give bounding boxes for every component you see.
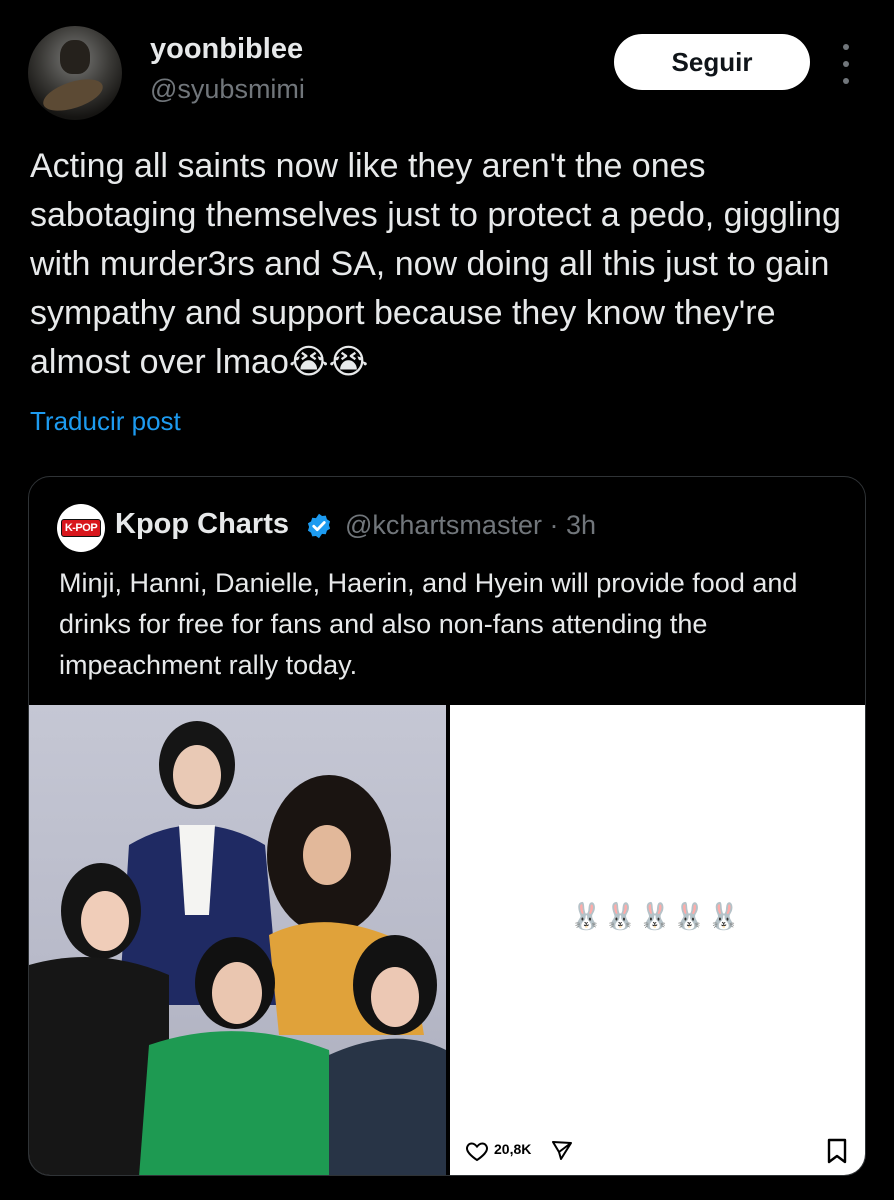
translate-post-link[interactable]: Traducir post — [30, 406, 181, 437]
post-text: Acting all saints now like they aren't t… — [30, 147, 851, 381]
heart-icon[interactable] — [464, 1139, 490, 1163]
bookmark-icon[interactable] — [826, 1138, 848, 1164]
post-header: yoonbiblee @syubsmimi Seguir — [0, 0, 894, 130]
like-count: 20,8K — [494, 1141, 532, 1157]
quoted-text: Minji, Hanni, Danielle, Haerin, and Hyei… — [59, 568, 798, 680]
bunny-emojis: 🐰🐰🐰🐰🐰 — [570, 901, 742, 931]
tiktok-screenshot[interactable]: 🐰🐰🐰🐰🐰 20,8K — [450, 705, 865, 1175]
quoted-author-avatar[interactable]: K-POP — [57, 504, 105, 552]
author-display-name[interactable]: yoonbiblee — [150, 33, 303, 66]
author-avatar[interactable] — [28, 26, 122, 120]
quoted-post[interactable]: K-POP Kpop Charts @kchartsmaster · 3h Mi… — [28, 476, 866, 1176]
quoted-author-name[interactable]: Kpop Charts — [115, 508, 289, 541]
tiktok-action-bar: 20,8K — [464, 1137, 854, 1165]
group-photo-illustration — [29, 721, 446, 1175]
author-handle[interactable]: @syubsmimi — [150, 74, 305, 105]
quoted-time: · 3h — [549, 510, 596, 540]
quoted-handle[interactable]: @kchartsmaster — [345, 510, 542, 540]
avatar-figure — [60, 40, 90, 74]
group-photo[interactable] — [29, 705, 446, 1175]
send-icon[interactable] — [550, 1138, 574, 1162]
more-vertical-icon[interactable] — [836, 44, 856, 84]
follow-button[interactable]: Seguir — [614, 34, 810, 90]
quoted-meta: @kchartsmaster · 3h — [345, 510, 596, 541]
verified-badge-icon — [307, 513, 331, 539]
avatar-guitar — [39, 73, 107, 117]
kpop-logo: K-POP — [60, 519, 102, 537]
